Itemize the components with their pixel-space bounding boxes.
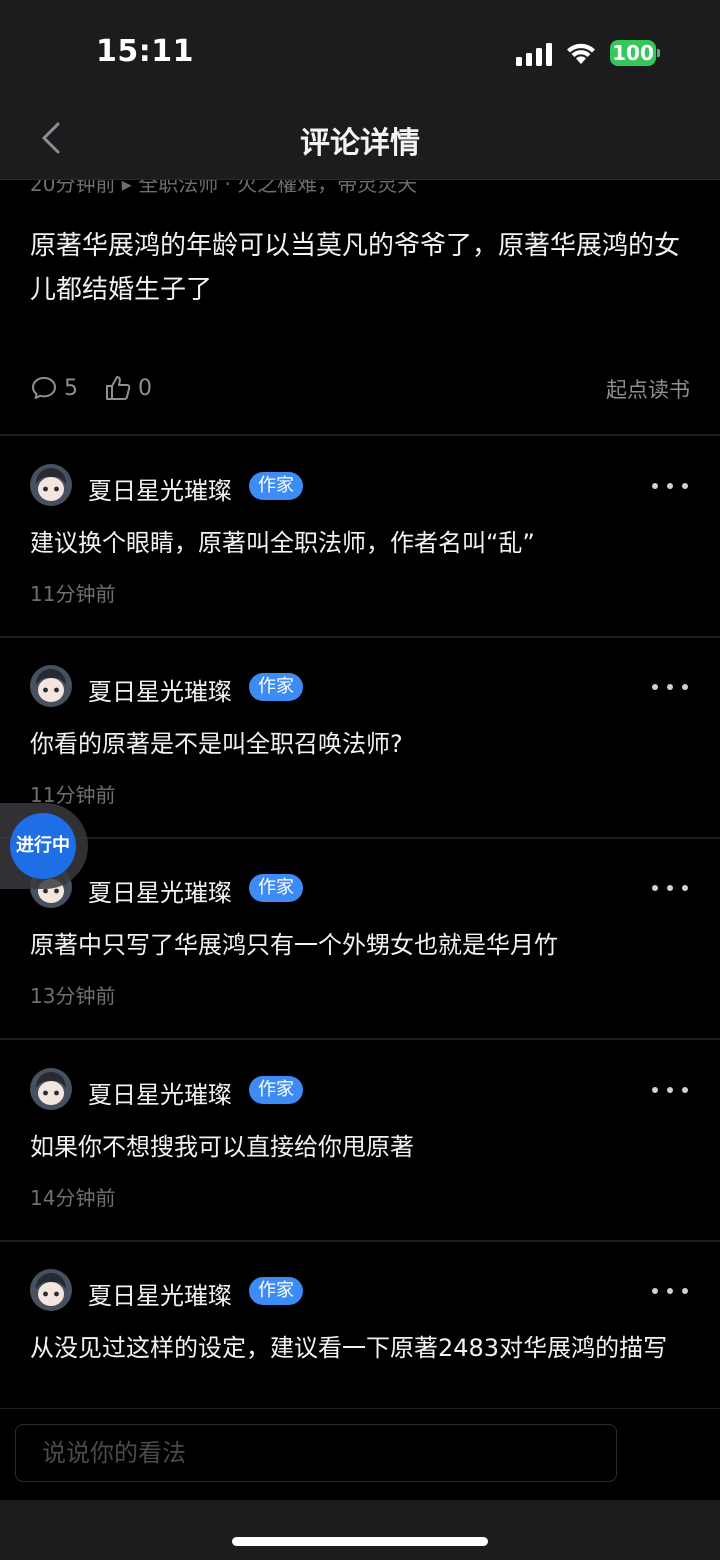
reply-item: 夏日星光璀璨 作家 你看的原著是不是叫全职召唤法师? 11分钟前 xyxy=(0,637,720,837)
dot-icon xyxy=(682,1087,688,1093)
reply-item: 夏日星光璀璨 作家 建议换个眼睛，原著叫全职法师，作者名叫“乱” 11分钟前 xyxy=(0,436,720,636)
bottom-safe-area xyxy=(0,1500,720,1560)
reply-count-button[interactable]: 5 xyxy=(30,374,78,402)
reply-item: 夏日星光璀璨 作家 如果你不想搜我可以直接给你甩原著 14分钟前 xyxy=(0,1040,720,1240)
reply-text: 建议换个眼睛，原著叫全职法师，作者名叫“乱” xyxy=(30,529,535,557)
username[interactable]: 夏日星光璀璨 xyxy=(88,1276,232,1311)
dot-icon xyxy=(652,885,658,891)
nav-bar: 评论详情 xyxy=(0,100,720,180)
avatar-image xyxy=(30,464,72,506)
more-options-button[interactable] xyxy=(652,877,688,899)
reply-item: 夏日星光璀璨 作家 原著中只写了华展鸿只有一个外甥女也就是华月竹 13分钟前 xyxy=(0,838,720,1038)
avatar-image xyxy=(30,665,72,707)
dot-icon xyxy=(667,684,673,690)
reply-item: 夏日星光璀璨 作家 从没见过这样的设定，建议看一下原著2483对华展鸿的描写 xyxy=(0,1241,720,1408)
avatar[interactable] xyxy=(30,1068,72,1110)
home-indicator[interactable] xyxy=(232,1537,488,1546)
username[interactable]: 夏日星光璀璨 xyxy=(88,672,232,707)
reply-time: 13分钟前 xyxy=(30,984,116,1008)
dot-icon xyxy=(682,684,688,690)
comment-actions: 5 0 xyxy=(30,372,178,404)
comment-input[interactable] xyxy=(15,1424,617,1482)
dot-icon xyxy=(667,1288,673,1294)
dot-icon xyxy=(682,1288,688,1294)
dot-icon xyxy=(652,483,658,489)
reply-text: 从没见过这样的设定，建议看一下原著2483对华展鸿的描写 xyxy=(30,1334,668,1362)
like-button[interactable]: 0 xyxy=(104,374,152,402)
battery-tip xyxy=(657,49,660,57)
more-options-button[interactable] xyxy=(652,676,688,698)
battery-indicator: 100 xyxy=(610,40,656,66)
thumbs-up-icon xyxy=(106,376,131,400)
floating-progress-button[interactable]: 进行中 xyxy=(0,803,88,889)
author-badge: 作家 xyxy=(249,874,303,902)
dot-icon xyxy=(652,1288,658,1294)
dot-icon xyxy=(682,885,688,891)
username[interactable]: 夏日星光璀璨 xyxy=(88,1075,232,1110)
more-options-button[interactable] xyxy=(652,1280,688,1302)
reply-text: 原著中只写了华展鸿只有一个外甥女也就是华月竹 xyxy=(30,931,558,959)
avatar-image xyxy=(30,1068,72,1110)
comment-bubble-icon xyxy=(32,377,56,399)
dot-icon xyxy=(682,483,688,489)
like-count: 0 xyxy=(138,375,152,401)
dot-icon xyxy=(652,684,658,690)
dot-icon xyxy=(667,885,673,891)
avatar[interactable] xyxy=(30,464,72,506)
author-badge: 作家 xyxy=(249,1277,303,1305)
username[interactable]: 夏日星光璀璨 xyxy=(88,873,232,908)
dot-icon xyxy=(667,483,673,489)
cellular-signal-icon xyxy=(516,42,552,66)
reply-time: 14分钟前 xyxy=(30,1186,116,1210)
wifi-icon xyxy=(567,43,595,64)
main-comment-text: 原著华展鸿的年龄可以当莫凡的爷爷了，原著华展鸿的女儿都结婚生子了 xyxy=(30,231,681,305)
more-options-button[interactable] xyxy=(652,475,688,497)
reply-count: 5 xyxy=(64,375,78,401)
reply-text: 如果你不想搜我可以直接给你甩原著 xyxy=(30,1133,414,1161)
progress-label: 进行中 xyxy=(10,813,76,879)
status-bar: 15:11 100 xyxy=(0,0,720,100)
reply-text: 你看的原著是不是叫全职召唤法师? xyxy=(30,730,403,758)
author-badge: 作家 xyxy=(249,472,303,500)
author-badge: 作家 xyxy=(249,1076,303,1104)
avatar-image xyxy=(30,1269,72,1311)
source-app-link[interactable]: 起点读书 xyxy=(606,374,690,404)
dot-icon xyxy=(652,1087,658,1093)
status-time: 15:11 xyxy=(96,34,194,69)
comment-meta: 20分钟前 ▸ 全职法师 · 火之權难，带灵灵天 xyxy=(30,180,418,196)
avatar[interactable] xyxy=(30,665,72,707)
avatar[interactable] xyxy=(30,1269,72,1311)
main-comment: 20分钟前 ▸ 全职法师 · 火之權难，带灵灵天 原著华展鸿的年龄可以当莫凡的爷… xyxy=(0,180,720,435)
reply-time: 11分钟前 xyxy=(30,582,116,606)
page-title: 评论详情 xyxy=(300,126,420,161)
comment-input-bar xyxy=(0,1408,720,1500)
more-options-button[interactable] xyxy=(652,1079,688,1101)
username[interactable]: 夏日星光璀璨 xyxy=(88,471,232,506)
author-badge: 作家 xyxy=(249,673,303,701)
dot-icon xyxy=(667,1087,673,1093)
